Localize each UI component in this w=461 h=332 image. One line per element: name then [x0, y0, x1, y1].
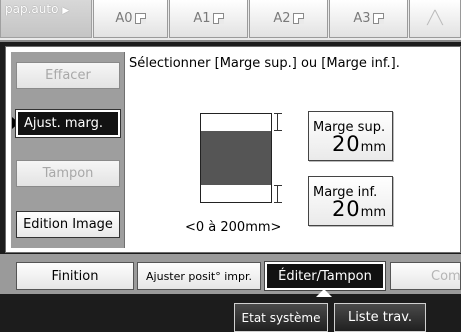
ajust-marg-label: Ajust. marg.: [24, 116, 104, 131]
page-icon: [292, 13, 304, 24]
range-hint: <0 à 200mm>: [185, 220, 282, 235]
page-icon: [212, 13, 224, 24]
edition-image-button[interactable]: Edition Image: [16, 211, 120, 238]
page-icon: ╱╲: [427, 11, 443, 26]
paper-auto-label: pap.auto: [5, 2, 59, 16]
edition-image-label: Edition Image: [23, 217, 113, 232]
bottom-margin-marker-icon: [274, 185, 282, 203]
liste-travaux-button[interactable]: Liste trav.: [334, 303, 426, 332]
marge-inf-number: 20: [331, 197, 361, 221]
paper-size-a0-button[interactable]: A0: [93, 0, 168, 38]
marge-sup-number: 20: [331, 132, 361, 156]
tab-combi-label: Combi: [431, 268, 461, 284]
tab-editer-tampon[interactable]: Éditer/Tampon: [264, 261, 386, 291]
paper-size-more-button[interactable]: ╱╲: [409, 0, 461, 38]
paper-size-label: A0: [115, 11, 133, 26]
top-margin-marker-icon: [274, 113, 282, 131]
liste-travaux-label: Liste trav.: [347, 310, 413, 325]
tab-editer-label: Éditer/Tampon: [278, 268, 372, 284]
paper-size-a1-button[interactable]: A1: [169, 0, 248, 38]
tab-combi[interactable]: Combi: [390, 262, 461, 290]
effacer-label: Effacer: [45, 68, 91, 83]
paper-size-label: A2: [273, 11, 291, 26]
play-arrow-icon: ▶: [62, 6, 70, 16]
marge-inf-unit: mm: [360, 205, 386, 220]
marge-sup-value: 20mm: [332, 132, 386, 156]
marge-sup-unit: mm: [360, 140, 386, 155]
active-tab-caret-icon: [316, 289, 332, 297]
etat-systeme-label: Etat système: [241, 310, 321, 325]
tab-finition[interactable]: Finition: [16, 262, 134, 290]
effacer-button[interactable]: Effacer: [16, 62, 120, 89]
tab-ajuster-position[interactable]: Ajuster posit° impr.: [137, 262, 261, 290]
paper-size-label: A1: [193, 11, 211, 26]
marge-sup-button[interactable]: Marge sup. 20mm: [308, 111, 393, 161]
paper-size-a3-button[interactable]: A3: [329, 0, 408, 38]
paper-size-label: A3: [353, 11, 371, 26]
tampon-label: Tampon: [42, 166, 94, 181]
tab-finition-label: Finition: [51, 268, 99, 284]
paper-size-a2-button[interactable]: A2: [249, 0, 328, 38]
printable-area: [201, 131, 271, 185]
tampon-button[interactable]: Tampon: [16, 160, 120, 187]
page-icon: [372, 13, 384, 24]
marge-inf-value: 20mm: [332, 197, 386, 221]
paper-auto-button[interactable]: pap.auto ▶: [0, 0, 92, 38]
marge-inf-button[interactable]: Marge inf. 20mm: [308, 176, 393, 226]
tab-ajuster-label: Ajuster posit° impr.: [146, 269, 252, 283]
ajust-marg-button[interactable]: Ajust. marg.: [15, 109, 121, 138]
instruction-text: Sélectionner [Marge sup.] ou [Marge inf.…: [129, 56, 400, 71]
etat-systeme-button[interactable]: Etat système: [234, 303, 328, 332]
page-icon: [134, 13, 146, 24]
